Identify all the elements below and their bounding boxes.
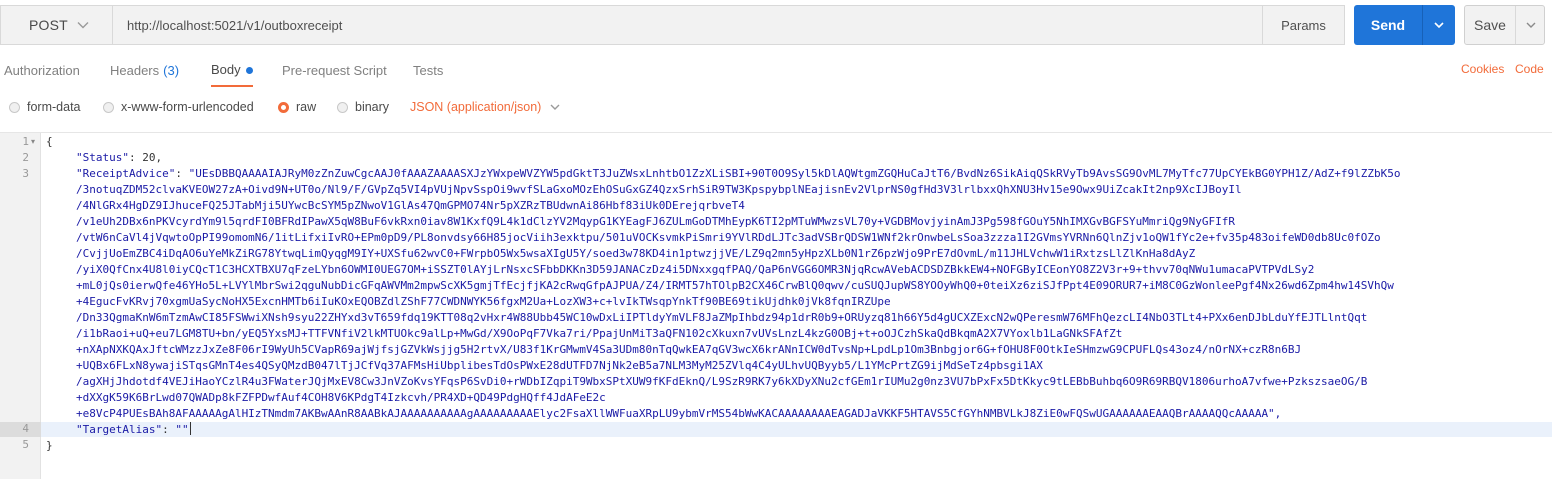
url-input[interactable]: http://localhost:5021/v1/outboxreceipt — [112, 5, 1263, 45]
close-brace: } — [46, 439, 53, 452]
code-line: { — [46, 134, 53, 150]
send-label: Send — [1370, 17, 1406, 33]
receipt-wrap-line: +nXApNXKQAxJftcWMzzJxZe8F06rI9WyUh5CVapR… — [76, 343, 1302, 356]
colon: : — [162, 423, 176, 436]
json-value-status: 20 — [142, 151, 156, 164]
body-type-selector: form-data x-www-form-urlencoded raw bina… — [0, 96, 1552, 120]
line-number: 4 — [22, 422, 29, 435]
receipt-wrap-line: /CvjjUoEmZBC4iDqAO6uYeMkZiRG78YtwqLimQyq… — [76, 247, 1196, 260]
json-value-target-alias: "" — [175, 423, 189, 436]
tab-label: Headers — [110, 63, 160, 78]
body-indicator-dot — [245, 66, 253, 74]
receipt-wrap-line: +e8VcP4PUEsBAh8AFAAAAAgAlHIzTNmdm7AKBwAA… — [76, 407, 1282, 420]
tab-label: Tests — [413, 63, 444, 78]
tab-body[interactable]: Body — [211, 54, 253, 87]
comma: , — [155, 151, 163, 164]
tab-headers[interactable]: Headers (3) — [110, 54, 179, 87]
colon: : — [128, 151, 143, 164]
receipt-wrap-line: /vtW6nCaVl4jVqwtoOpPI99omomN6/1itLifxiIv… — [76, 231, 1381, 244]
receipt-wrap-line: /4NlGRx4HgDZ9IJhuceFQ25JTabMji5UYwcBcSYM… — [76, 199, 745, 212]
tab-tests[interactable]: Tests — [413, 54, 443, 87]
radio-circle — [103, 101, 114, 113]
save-button[interactable]: Save — [1464, 5, 1545, 45]
radio-form-data[interactable]: form-data — [9, 96, 81, 118]
tab-label: Authorization — [4, 63, 80, 78]
request-bar: POST http://localhost:5021/v1/outboxrece… — [0, 5, 1552, 45]
receipt-wrap-line: /Dn33QgmaKnW6mTzmAwCI85FSWwiXNsh9syu22ZH… — [76, 311, 1368, 324]
tab-label: Body — [211, 62, 241, 77]
content-type-label: JSON (application/json) — [410, 100, 542, 114]
receipt-wrap-line: /i1bRaoi+uQ+eu7LGM8TU+bn/yEQ5YxsMJ+TTFVN… — [76, 327, 1123, 340]
method-label: POST — [29, 17, 68, 33]
tab-authorization[interactable]: Authorization — [4, 54, 80, 87]
text-cursor — [189, 422, 191, 435]
code-line: "TargetAlias": "" — [76, 422, 191, 438]
receipt-wrap-line: +mL0jQs0ierwQfe46YHo5L+LVYlMbrSwi2qguNub… — [76, 279, 1394, 292]
code-line: "Status": 20, — [76, 150, 162, 166]
chevron-down-icon — [1434, 22, 1444, 29]
code-editor[interactable]: 1 ▾ 2 3 4 5 { "Status": 20, "ReceiptAdvi… — [0, 132, 1552, 479]
tab-label: Pre-request Script — [282, 63, 387, 78]
radio-label: x-www-form-urlencoded — [121, 100, 254, 114]
code-line: } — [46, 438, 53, 454]
cookies-link[interactable]: Cookies — [1461, 62, 1504, 76]
receipt-wrap-line: +UQBx6FLxN8ywajiSTqsGMnT4es4QSyQMzdB047l… — [76, 359, 1043, 372]
method-select[interactable]: POST — [0, 5, 112, 45]
url-text: http://localhost:5021/v1/outboxreceipt — [127, 17, 343, 33]
chevron-down-icon — [550, 104, 560, 110]
receipt-line-first: "UEsDBBQAAAAIAJRyM0zZnZuwCgcAAJ0fAAAZAAA… — [188, 167, 1401, 180]
open-brace: { — [46, 135, 53, 148]
receipt-wrap-line: /3notuqZDM52clvaKVEOW27zA+Oivd9N+UT0o/Nl… — [76, 183, 1242, 196]
request-tabs: Authorization Headers (3) Body Pre-reque… — [0, 54, 1552, 89]
json-key-status: "Status" — [76, 151, 129, 164]
send-button[interactable]: Send — [1354, 5, 1455, 45]
radio-circle-selected — [278, 101, 289, 113]
line-number: 2 — [22, 151, 29, 164]
save-label: Save — [1474, 17, 1506, 33]
headers-count: (3) — [163, 63, 180, 78]
receipt-wrap-line: +4EgucFvKRvj70xgmUaSycNoHX5ExcnHMTb6iIuK… — [76, 295, 891, 308]
code-line: "ReceiptAdvice": "UEsDBBQAAAAIAJRyM0zZnZ… — [76, 166, 1401, 182]
json-key-target-alias: "TargetAlias" — [76, 423, 163, 436]
receipt-wrap-line: /v1eUh2DBx6nPKVcyrdYm9l5qrdFI0BFRdIPawX5… — [76, 215, 1235, 228]
radio-label: binary — [355, 100, 390, 114]
chevron-down-icon — [77, 22, 89, 29]
active-line-highlight — [0, 422, 1552, 437]
fold-arrow-icon[interactable]: ▾ — [31, 137, 35, 146]
line-number: 3 — [22, 167, 29, 180]
content-type-dropdown[interactable]: JSON (application/json) — [410, 96, 561, 118]
radio-label: form-data — [27, 100, 81, 114]
send-options-dropdown[interactable] — [1423, 5, 1455, 45]
radio-raw[interactable]: raw — [278, 96, 316, 118]
params-label: Params — [1281, 17, 1326, 33]
chevron-down-icon — [1526, 22, 1535, 28]
colon: : — [175, 167, 189, 180]
line-number: 1 — [22, 135, 29, 148]
radio-x-www-form-urlencoded[interactable]: x-www-form-urlencoded — [103, 96, 254, 118]
save-options-dropdown[interactable] — [1516, 6, 1545, 44]
tab-pre-request-script[interactable]: Pre-request Script — [282, 54, 387, 87]
receipt-wrap-line: /yiX0QfCnx4U8l0iyCQcT1C3HCXTBXU7qFzeLYbn… — [76, 263, 1315, 276]
json-key-receipt-advice: "ReceiptAdvice" — [76, 167, 176, 180]
line-number: 5 — [22, 438, 29, 451]
radio-circle — [337, 101, 348, 113]
radio-circle — [9, 101, 20, 113]
receipt-wrap-line: /agXHjJhdotdf4VEJiHaoYCzlR4u3FWaterJQjMx… — [76, 375, 1368, 388]
radio-label: raw — [296, 100, 317, 114]
params-button[interactable]: Params — [1263, 5, 1345, 45]
receipt-wrap-line: +dXXgK59K6BrLwd07QWADp8kFZFPDwfAuf4COH8V… — [76, 391, 606, 404]
radio-binary[interactable]: binary — [337, 96, 389, 118]
code-link[interactable]: Code — [1515, 62, 1544, 76]
